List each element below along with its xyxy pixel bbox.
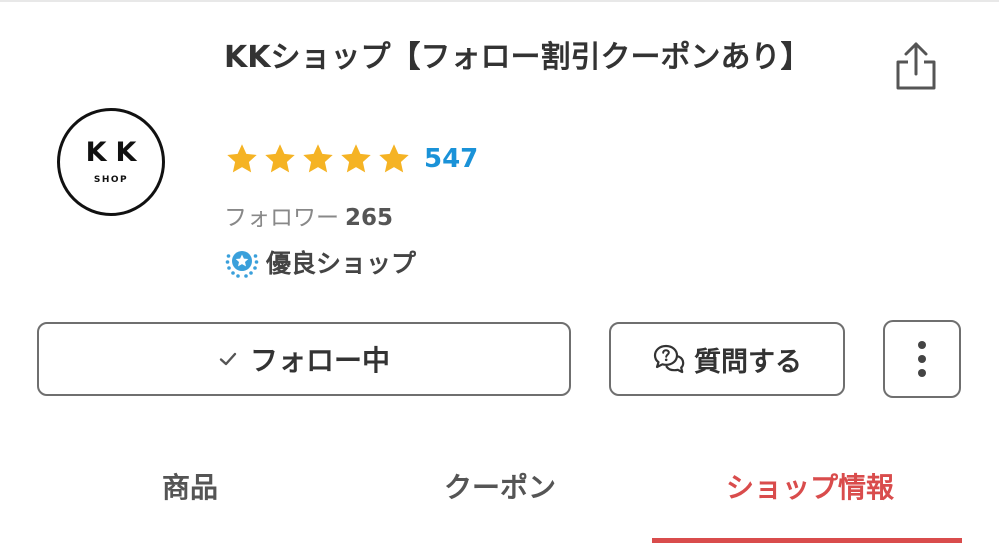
question-bubble-icon [653,344,685,374]
review-count-link[interactable]: 547 [424,144,478,174]
star-icon [341,144,371,173]
active-tab-indicator [652,538,962,543]
star-icon [227,144,257,173]
excellent-shop-badge: 優良ショップ [224,244,416,280]
follow-button[interactable]: フォロー中 [37,322,571,396]
shop-logo-sub: SHOP [93,175,129,185]
more-vertical-icon-dot [918,369,926,377]
followers-count: 265 [345,205,394,231]
rating-stars [224,141,414,177]
excellent-shop-badge-icon [225,251,259,278]
shop-logo: KK SHOP [57,108,165,216]
more-options-button[interactable] [883,320,961,398]
shop-tabs: 商品 クーポン ショップ情報 [0,450,999,544]
star-icon [303,144,333,173]
badge-label: 優良ショップ [266,249,417,278]
followers-info: フォロワー 265 [224,198,393,232]
more-vertical-icon [918,341,926,349]
tab-shop-info[interactable]: ショップ情報 [645,450,975,522]
shop-rating[interactable]: 547 [224,140,478,178]
ask-question-label: 質問する [694,346,802,378]
tab-coupons[interactable]: クーポン [335,450,665,522]
top-divider [0,0,999,2]
shop-title: KKショップ【フォロー割引クーポンあり】 [224,40,811,75]
star-icon [379,144,409,173]
more-vertical-icon-dot [918,355,926,363]
followers-label: フォロワー [224,205,339,231]
shop-logo-mark: KK [85,137,146,168]
star-icon [265,144,295,173]
share-icon[interactable] [893,40,939,92]
ask-question-button[interactable]: 質問する [609,322,845,396]
tab-products[interactable]: 商品 [25,450,355,522]
follow-button-label: フォロー中 [249,344,390,377]
check-icon [219,352,237,366]
